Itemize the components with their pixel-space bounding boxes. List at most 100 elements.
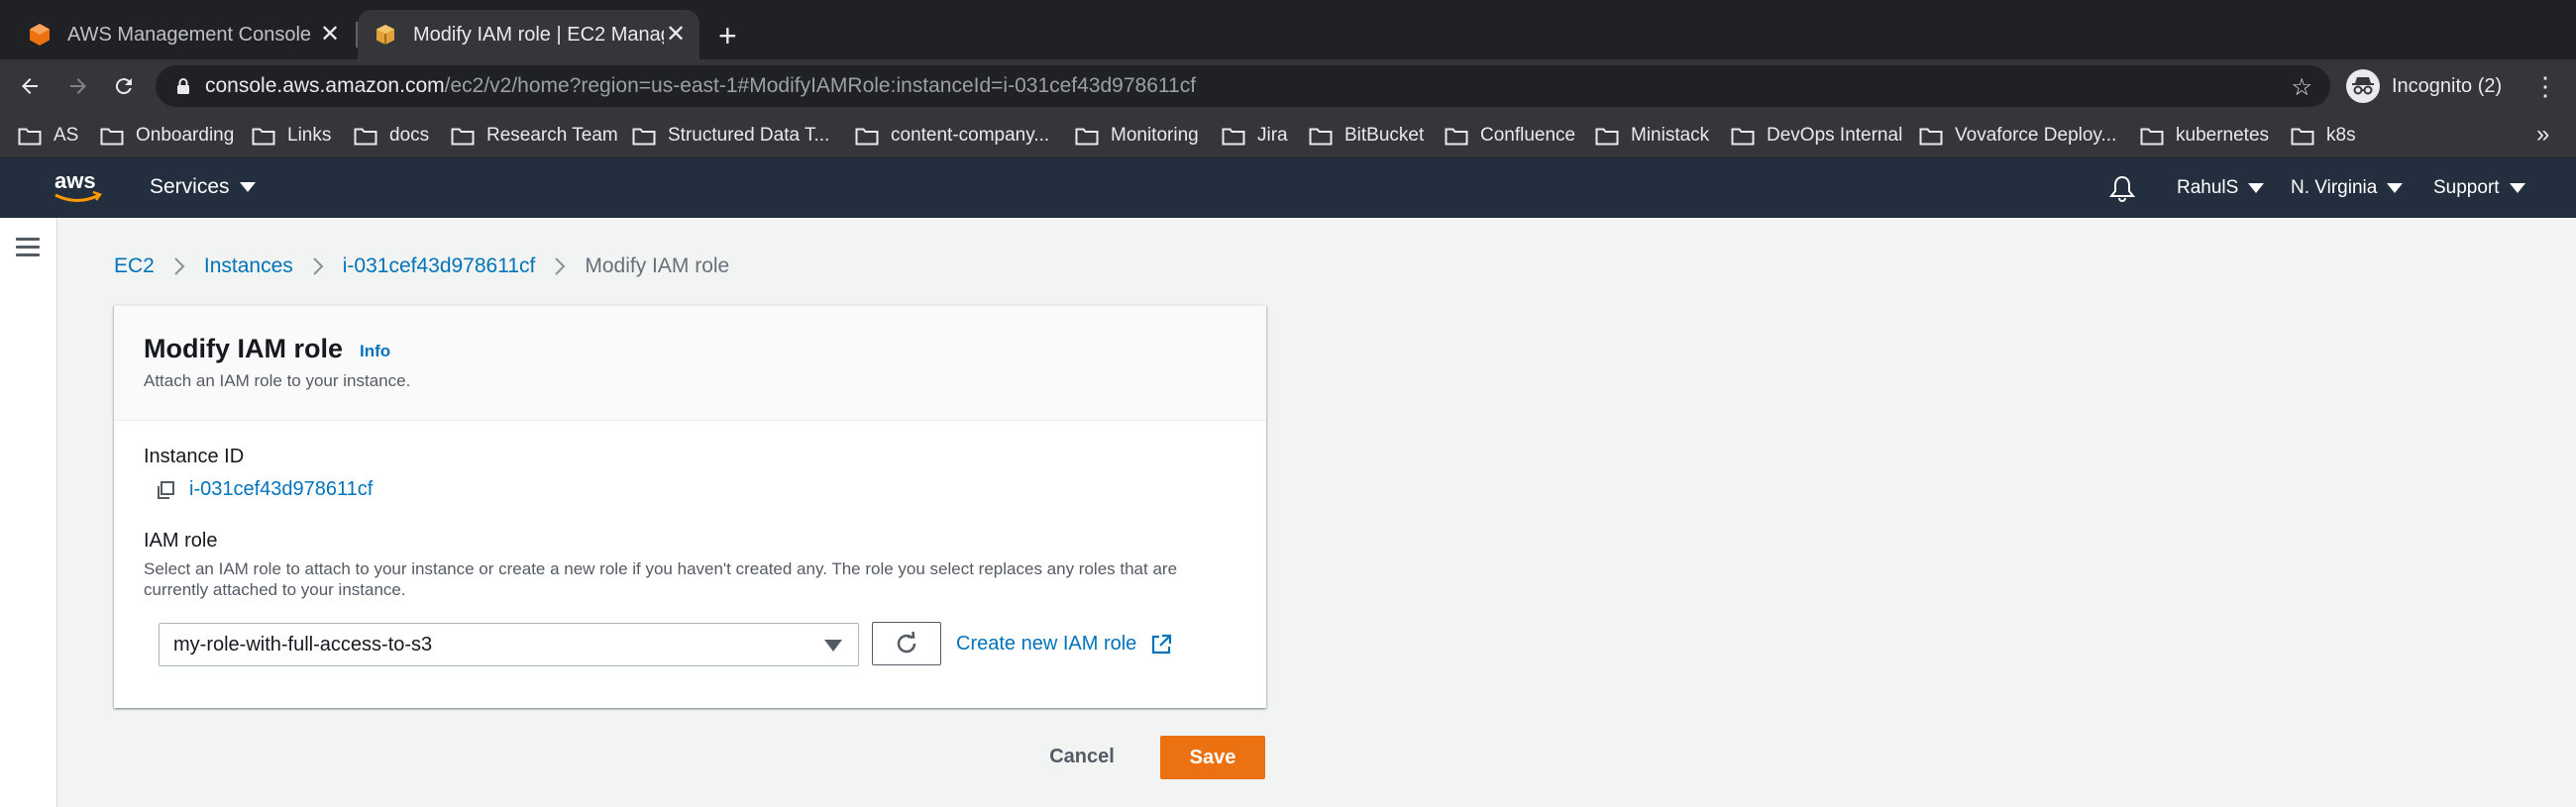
caret-down-icon [824, 640, 842, 652]
back-arrow-icon[interactable] [13, 69, 47, 103]
aws-console-header: aws Services RahulS N. Virginia Support [0, 158, 2576, 218]
panel-header: Modify IAM role Info Attach an IAM role … [114, 306, 1266, 421]
bookmark-folder[interactable]: Monitoring [1075, 122, 1199, 150]
iam-role-selected-value: my-role-with-full-access-to-s3 [173, 633, 433, 656]
bookmark-star-icon[interactable]: ☆ [2291, 73, 2312, 102]
breadcrumb: EC2 Instances i-031cef43d978611cf Modify… [114, 254, 729, 278]
bookmark-label: Research Team [486, 125, 618, 146]
folder-icon [2140, 128, 2164, 146]
tab-title: AWS Management Console [67, 23, 312, 46]
support-label: Support [2433, 177, 2500, 198]
browser-tab-aws-console[interactable]: AWS Management Console ✕ [12, 10, 354, 59]
bookmark-folder[interactable]: Ministack [1595, 122, 1709, 150]
bookmark-folder[interactable]: kubernetes [2140, 122, 2269, 150]
refresh-icon [897, 631, 916, 654]
refresh-roles-button[interactable] [872, 622, 941, 665]
bookmark-label: Ministack [1631, 125, 1710, 146]
bookmark-label: BitBucket [1344, 125, 1425, 146]
bell-icon[interactable] [2108, 174, 2136, 202]
folder-icon [1075, 128, 1099, 146]
close-tab-icon[interactable]: ✕ [664, 23, 688, 47]
bookmark-label: k8s [2326, 125, 2356, 146]
folder-icon [1731, 128, 1755, 146]
folder-icon [1445, 128, 1468, 146]
bookmark-label: Links [287, 125, 332, 146]
account-name: RahulS [2177, 177, 2239, 198]
bookmark-label: kubernetes [2176, 125, 2270, 146]
breadcrumb-instance-id[interactable]: i-031cef43d978611cf [343, 254, 536, 278]
folder-icon [451, 128, 475, 146]
folder-icon [100, 128, 124, 146]
close-tab-icon[interactable]: ✕ [318, 23, 342, 47]
create-new-iam-role-link[interactable]: Create new IAM role [956, 633, 1172, 656]
iam-role-help-text: Select an IAM role to attach to your ins… [144, 559, 1178, 599]
region-menu[interactable]: N. Virginia [2291, 177, 2404, 199]
instance-id-link[interactable]: i-031cef43d978611cf [189, 478, 373, 501]
tab-title: Modify IAM role | EC2 Management Console [413, 23, 664, 46]
forward-arrow-icon[interactable] [61, 69, 95, 103]
create-role-label: Create new IAM role [956, 633, 1137, 655]
breadcrumb-instances[interactable]: Instances [204, 254, 293, 278]
url-text: console.aws.amazon.com/ec2/v2/home?regio… [205, 74, 1196, 98]
bookmark-folder[interactable]: BitBucket [1309, 122, 1424, 150]
services-label: Services [150, 175, 230, 198]
menu-hamburger-icon[interactable] [16, 238, 40, 257]
iam-role-label: IAM role [144, 530, 218, 552]
folder-icon [1919, 128, 1943, 146]
lock-icon [177, 78, 189, 94]
chevron-right-icon [174, 257, 185, 275]
bookmark-label: DevOps Internal [1767, 125, 1903, 146]
iam-role-select[interactable]: my-role-with-full-access-to-s3 [159, 623, 859, 666]
folder-icon [1595, 128, 1619, 146]
browser-menu-icon[interactable]: ⋮ [2532, 71, 2558, 101]
breadcrumb-current: Modify IAM role [585, 254, 730, 277]
cancel-button[interactable]: Cancel [1030, 735, 1133, 778]
url-host: console.aws.amazon.com [205, 74, 445, 97]
folder-icon [855, 128, 879, 146]
bookmark-folder[interactable]: DevOps Internal [1731, 122, 1902, 150]
panel-description: Attach an IAM role to your instance. [144, 371, 411, 390]
bookmark-folder[interactable]: Confluence [1445, 122, 1575, 150]
bookmark-label: AS [54, 125, 79, 146]
bookmarks-overflow-icon[interactable]: » [2536, 121, 2549, 149]
bookmark-folder[interactable]: k8s [2291, 122, 2356, 150]
bookmark-label: Jira [1257, 125, 1288, 146]
folder-icon [252, 128, 275, 146]
bookmark-folder[interactable]: Vovaforce Deploy... [1919, 122, 2116, 150]
copy-icon[interactable] [156, 480, 175, 500]
address-bar[interactable]: console.aws.amazon.com/ec2/v2/home?regio… [156, 65, 2330, 107]
account-menu[interactable]: RahulS [2177, 177, 2265, 199]
bookmark-label: Monitoring [1111, 125, 1199, 146]
breadcrumb-ec2[interactable]: EC2 [114, 254, 155, 278]
services-menu[interactable]: Services [150, 175, 256, 199]
save-button[interactable]: Save [1160, 736, 1265, 779]
ec2-box-favicon-icon [376, 25, 394, 45]
support-menu[interactable]: Support [2433, 177, 2525, 199]
new-tab-plus-icon[interactable]: + [718, 20, 737, 51]
reload-icon[interactable] [107, 69, 141, 103]
side-navigation [0, 218, 57, 807]
bookmark-folder[interactable]: Research Team [451, 122, 618, 150]
aws-logo-icon[interactable]: aws [52, 168, 103, 208]
caret-down-icon [2509, 183, 2525, 193]
folder-icon [2291, 128, 2314, 146]
instance-id-value[interactable]: i-031cef43d978611cf [156, 478, 373, 501]
folder-icon [354, 128, 377, 146]
bookmark-folder[interactable]: content-company... [855, 122, 1049, 150]
bookmark-folder[interactable]: AS [18, 122, 78, 150]
browser-tab-modify-iam-role[interactable]: Modify IAM role | EC2 Management Console… [358, 10, 699, 59]
bookmark-folder[interactable]: Jira [1222, 122, 1288, 150]
bookmark-folder[interactable]: Structured Data T... [632, 122, 829, 150]
bookmark-folder[interactable]: Onboarding [100, 122, 234, 150]
instance-id-label: Instance ID [144, 446, 245, 467]
folder-icon [1309, 128, 1333, 146]
browser-tab-strip: AWS Management Console ✕ Modify IAM role… [0, 0, 2576, 59]
bookmark-label: Confluence [1480, 125, 1576, 146]
incognito-indicator[interactable]: Incognito (2) [2346, 69, 2502, 103]
chevron-right-icon [313, 257, 324, 275]
bookmark-folder[interactable]: Links [252, 122, 331, 150]
bookmark-folder[interactable]: docs [354, 122, 429, 150]
info-link[interactable]: Info [360, 342, 390, 361]
folder-icon [632, 128, 656, 146]
bookmark-label: Onboarding [136, 125, 235, 146]
